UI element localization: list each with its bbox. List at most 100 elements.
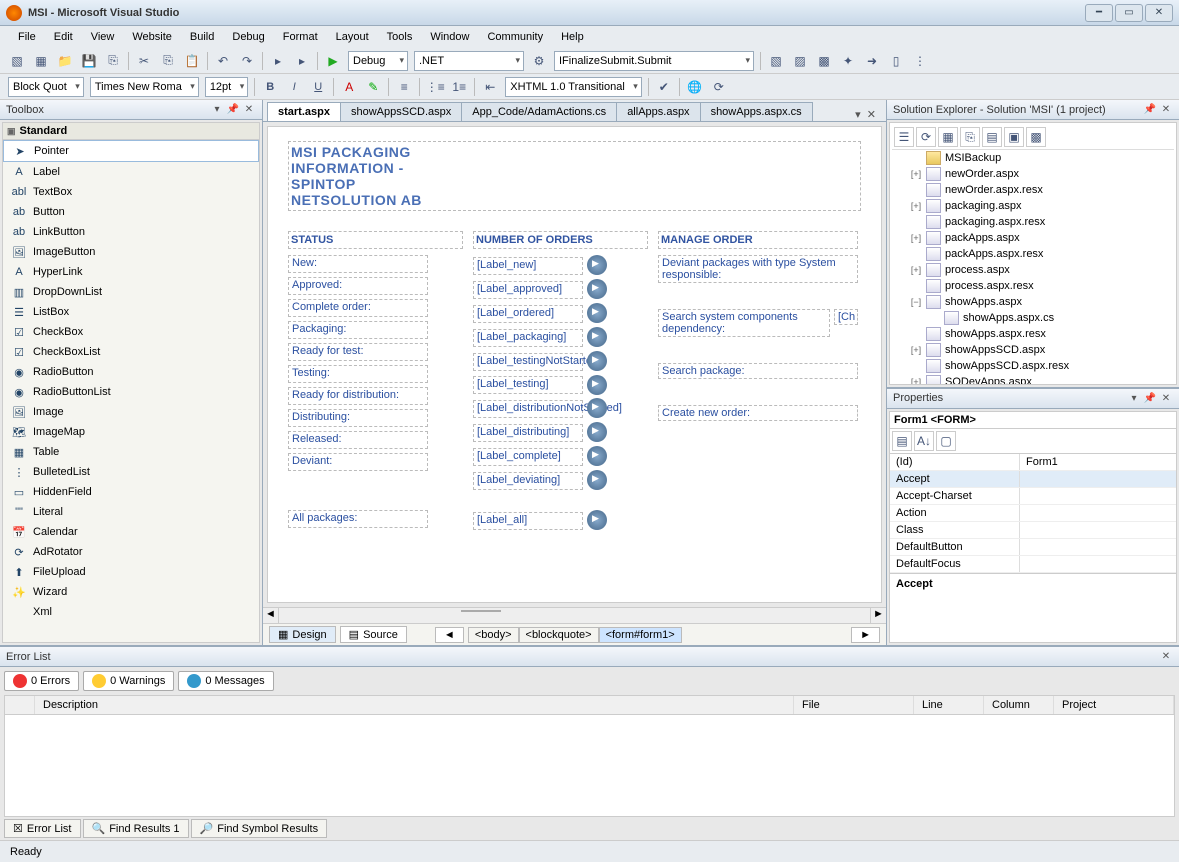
toolbox-item-dropdownlist[interactable]: ▥DropDownList <box>3 282 259 302</box>
go-arrow-icon[interactable] <box>587 351 607 371</box>
tag-breadcrumb[interactable]: <body> <box>468 627 519 643</box>
properties-close-icon[interactable]: ✕ <box>1159 391 1173 405</box>
toolbox-item-radiobuttonlist[interactable]: ◉RadioButtonList <box>3 382 259 402</box>
menu-edit[interactable]: Edit <box>46 29 81 45</box>
sln-copy-icon[interactable]: ⎘ <box>960 127 980 147</box>
messages-pill[interactable]: 0 Messages <box>178 671 273 691</box>
toolbox-item-listbox[interactable]: ☰ListBox <box>3 302 259 322</box>
designer-hscroll[interactable]: ◄► <box>263 607 886 623</box>
expander-icon[interactable]: [+] <box>910 201 922 211</box>
property-row[interactable]: Accept-Charset <box>890 488 1176 505</box>
expander-icon[interactable]: [+] <box>910 377 922 385</box>
expander-icon[interactable]: [+] <box>910 233 922 243</box>
sln-nest-icon[interactable]: ▦ <box>938 127 958 147</box>
highlight-icon[interactable]: ✎ <box>364 78 382 96</box>
sln-refresh-icon[interactable]: ⟳ <box>916 127 936 147</box>
toolbox-category[interactable]: Standard <box>3 123 259 140</box>
solution-close-icon[interactable]: ✕ <box>1159 103 1173 117</box>
toolbox-dropdown-icon[interactable]: ▾ <box>210 103 224 117</box>
copy-icon[interactable]: ⎘ <box>159 52 177 70</box>
toolbox-item-pointer[interactable]: ➤Pointer <box>3 140 259 162</box>
errors-pill[interactable]: 0 Errors <box>4 671 79 691</box>
property-row[interactable]: Class <box>890 522 1176 539</box>
tree-item[interactable]: showApps.aspx.cs <box>892 310 1174 326</box>
tree-item[interactable]: [+]showAppsSCD.aspx <box>892 342 1174 358</box>
props-categorized-icon[interactable]: ▤ <box>892 431 912 451</box>
cut-icon[interactable]: ✂ <box>135 52 153 70</box>
bottom-tab[interactable]: ☒Error List <box>4 819 81 838</box>
toolbar-opts-icon[interactable]: ⋮ <box>911 52 929 70</box>
bullets-icon[interactable]: ⋮≡ <box>426 78 444 96</box>
toolbox-pin-icon[interactable]: 📌 <box>226 103 240 117</box>
tree-item[interactable]: packApps.aspx.resx <box>892 246 1174 262</box>
menu-community[interactable]: Community <box>479 29 551 45</box>
menu-layout[interactable]: Layout <box>328 29 377 45</box>
expander-icon[interactable]: [+] <box>910 345 922 355</box>
solution-pin-icon[interactable]: 📌 <box>1143 103 1157 117</box>
menu-file[interactable]: File <box>10 29 44 45</box>
toolbox-item-imagemap[interactable]: 🗺ImageMap <box>3 422 259 442</box>
bottom-tab[interactable]: 🔎Find Symbol Results <box>191 819 328 838</box>
toolbox-item-bulletedlist[interactable]: ⋮BulletedList <box>3 462 259 482</box>
property-row[interactable]: Action <box>890 505 1176 522</box>
toolbox-item-linkbutton[interactable]: abLinkButton <box>3 222 259 242</box>
tree-item[interactable]: [+]packaging.aspx <box>892 198 1174 214</box>
menu-format[interactable]: Format <box>275 29 326 45</box>
toolbox-item-hiddenfield[interactable]: ▭HiddenField <box>3 482 259 502</box>
editor-tab[interactable]: App_Code/AdamActions.cs <box>461 102 617 121</box>
menu-help[interactable]: Help <box>553 29 592 45</box>
tree-item[interactable]: [−]showApps.aspx <box>892 294 1174 310</box>
property-row[interactable]: (Id)Form1 <box>890 454 1176 471</box>
minimize-button[interactable]: ━ <box>1085 4 1113 22</box>
sln-view-icon[interactable]: ▣ <box>1004 127 1024 147</box>
redo-icon[interactable]: ↷ <box>238 52 256 70</box>
col-column[interactable]: Column <box>984 696 1054 714</box>
toolbox-item-calendar[interactable]: 📅Calendar <box>3 522 259 542</box>
go-arrow-icon[interactable] <box>587 470 607 490</box>
save-all-icon[interactable]: ⎘ <box>104 52 122 70</box>
toolbox-item-checkboxlist[interactable]: ☑CheckBoxList <box>3 342 259 362</box>
props-pages-icon[interactable]: ▢ <box>936 431 956 451</box>
designer-surface[interactable]: MSI PACKAGING INFORMATION - SPINTOP NETS… <box>267 126 882 603</box>
ext-icon-2[interactable]: ▨ <box>791 52 809 70</box>
tree-item[interactable]: packaging.aspx.resx <box>892 214 1174 230</box>
ext-icon-6[interactable]: ▯ <box>887 52 905 70</box>
go-arrow-icon[interactable] <box>587 375 607 395</box>
col-line[interactable]: Line <box>914 696 984 714</box>
go-arrow-icon[interactable] <box>587 327 607 347</box>
go-arrow-icon[interactable] <box>587 255 607 275</box>
ext-icon-1[interactable]: ▧ <box>767 52 785 70</box>
new-project-icon[interactable]: ▧ <box>8 52 26 70</box>
toolbox-item-imagebutton[interactable]: 🖼ImageButton <box>3 242 259 262</box>
sln-props-icon[interactable]: ☰ <box>894 127 914 147</box>
tree-item[interactable]: showApps.aspx.resx <box>892 326 1174 342</box>
col-project[interactable]: Project <box>1054 696 1174 714</box>
numbered-icon[interactable]: 1≡ <box>450 78 468 96</box>
tree-item[interactable]: [+]process.aspx <box>892 262 1174 278</box>
menu-tools[interactable]: Tools <box>379 29 421 45</box>
allpkg-go-icon[interactable] <box>587 510 607 530</box>
toolbox-item-hyperlink[interactable]: AHyperLink <box>3 262 259 282</box>
tree-item[interactable]: [+]packApps.aspx <box>892 230 1174 246</box>
toolbox-item-button[interactable]: abButton <box>3 202 259 222</box>
tree-item[interactable]: showAppsSCD.aspx.resx <box>892 358 1174 374</box>
go-arrow-icon[interactable] <box>587 303 607 323</box>
open-icon[interactable]: 📁 <box>56 52 74 70</box>
col-file[interactable]: File <box>794 696 914 714</box>
validate-icon[interactable]: ✔ <box>655 78 673 96</box>
breadcrumb-prev-button[interactable]: ◄ <box>435 627 464 643</box>
go-arrow-icon[interactable] <box>587 398 607 418</box>
warnings-pill[interactable]: 0 Warnings <box>83 671 174 691</box>
properties-object-selector[interactable]: Form1 <FORM> <box>890 412 1176 429</box>
property-row[interactable]: DefaultFocus <box>890 556 1176 573</box>
doctype-dropdown[interactable]: XHTML 1.0 Transitional <box>505 77 642 97</box>
tree-item[interactable]: process.aspx.resx <box>892 278 1174 294</box>
new-website-icon[interactable]: ▦ <box>32 52 50 70</box>
ext-icon-3[interactable]: ▩ <box>815 52 833 70</box>
sln-config-icon[interactable]: ▤ <box>982 127 1002 147</box>
expander-icon[interactable]: [−] <box>910 297 922 307</box>
italic-icon[interactable]: I <box>285 78 303 96</box>
align-icon[interactable]: ≡ <box>395 78 413 96</box>
sln-view2-icon[interactable]: ▩ <box>1026 127 1046 147</box>
editor-tab[interactable]: allApps.aspx <box>616 102 700 121</box>
